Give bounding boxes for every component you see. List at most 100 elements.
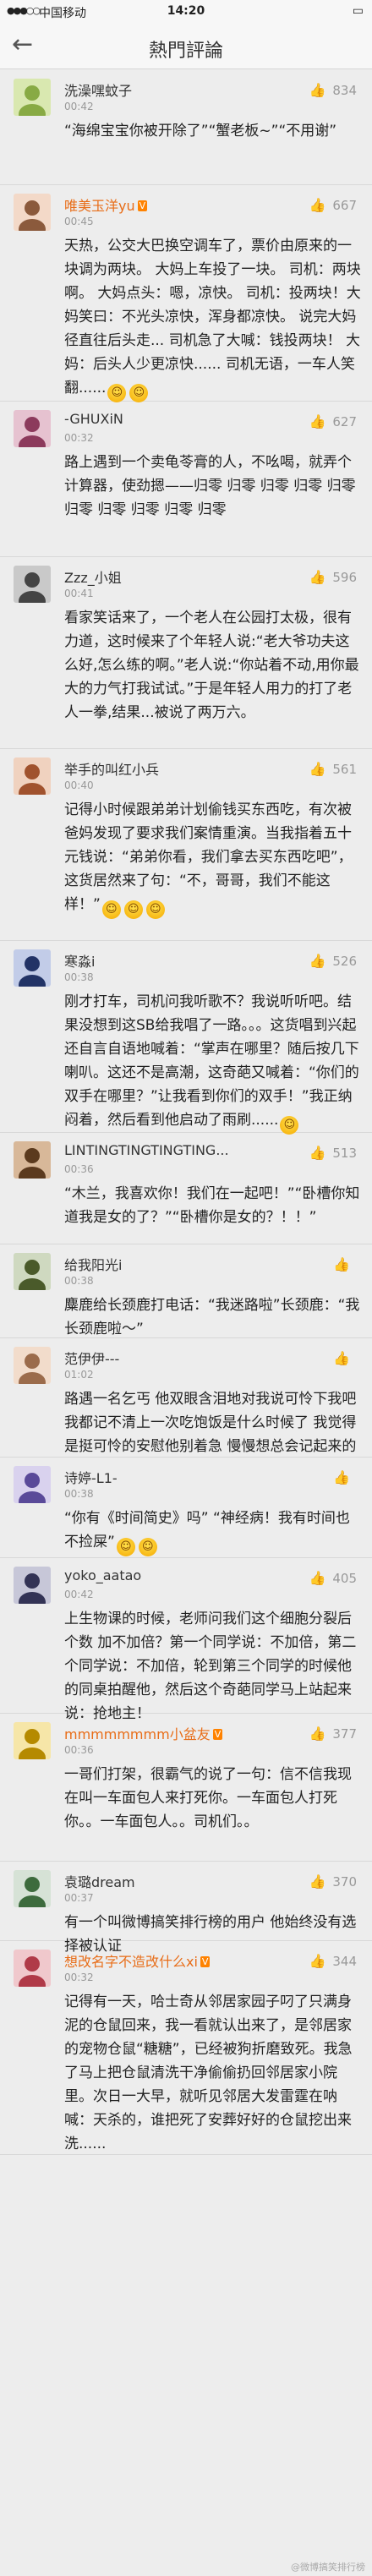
username[interactable]: 给我阳光i (64, 1254, 122, 1274)
comment-time: 00:36 (64, 1163, 94, 1175)
comment-item[interactable]: 诗婷-L1- 00:38 👍 “你有《时间简史》吗” “神经病！我有时间也不捡屎” ☺ ☺ (0, 1458, 372, 1558)
avatar[interactable] (14, 1253, 51, 1290)
comment-item[interactable]: 寒淼i 00:38 👍 526 刚才打车，司机问我听歌不？我说听听吧。结果没想到这SB给… (0, 941, 372, 1135)
thumbs-up-icon[interactable]: 👍 (309, 1726, 326, 1742)
avatar[interactable] (14, 1870, 51, 1907)
thumbs-up-icon[interactable]: 👍 (309, 82, 326, 98)
like-button[interactable]: 👍 561 (309, 761, 357, 777)
avatar[interactable] (14, 949, 51, 987)
like-button[interactable]: 👍 596 (309, 569, 357, 585)
comment-item[interactable]: 袁璐dream 00:37 👍 370 有一个叫微博搞笑排行榜的用户 他始终没有选择被认… (0, 1862, 372, 1955)
like-button[interactable]: 👍 834 (309, 82, 357, 98)
avatar[interactable] (14, 1466, 51, 1503)
like-count: 596 (332, 570, 357, 585)
username-text[interactable]: 袁璐dream (64, 1874, 135, 1890)
nav-bar: ← 熱門評論 (0, 22, 372, 69)
like-button[interactable]: 👍 526 (309, 953, 357, 969)
thumbs-up-icon[interactable]: 👍 (309, 1145, 326, 1161)
comment-text: 路遇一名乞丐 他双眼含泪地对我说可怜下我吧我都记不清上一次吃饱饭是什么时候了 我… (64, 1387, 362, 1458)
like-button[interactable]: 👍 (333, 1256, 357, 1272)
avatar[interactable] (14, 757, 51, 795)
username[interactable]: 想改名字不造改什么xi V (64, 1950, 211, 1971)
comment-item[interactable]: mmmmmmmm小盆友 V 00:36 👍 377 一哥们打架，很霸气的说了一句：信不信我… (0, 1714, 372, 1862)
avatar[interactable] (14, 410, 51, 447)
username[interactable]: Zzz_小姐 (64, 566, 122, 587)
comment-item[interactable]: 范伊伊--- 01:02 👍 路遇一名乞丐 他双眼含泪地对我说可怜下我吧我都记不清上一… (0, 1338, 372, 1458)
comment-time: 00:40 (64, 779, 94, 791)
avatar[interactable] (14, 194, 51, 231)
username-text[interactable]: Zzz_小姐 (64, 570, 122, 586)
like-button[interactable]: 👍 513 (309, 1145, 357, 1161)
thumbs-up-icon[interactable]: 👍 (309, 1570, 326, 1586)
username-text[interactable]: 给我阳光i (64, 1257, 122, 1273)
username[interactable]: mmmmmmmm小盆友 V (64, 1723, 223, 1743)
comment-item[interactable]: 唯美玉洋yu V 00:45 👍 667 天热，公交大巴换空调车了，票价由原来的一块调为两… (0, 185, 372, 402)
username-text[interactable]: yoko_aatao (64, 1567, 141, 1583)
username[interactable]: 寒淼i (64, 950, 95, 971)
username-text[interactable]: 洗澡嘿蚊子 (64, 83, 132, 99)
username[interactable]: LINTINGTINGTINGTING... (64, 1142, 229, 1158)
username[interactable]: 唯美玉洋yu V (64, 194, 148, 215)
like-button[interactable]: 👍 (333, 1469, 357, 1485)
avatar[interactable] (14, 1950, 51, 1987)
thumbs-up-icon[interactable]: 👍 (309, 953, 326, 969)
laughing-emoji-icon: ☺ (145, 900, 165, 919)
like-button[interactable]: 👍 370 (309, 1873, 357, 1890)
username-text[interactable]: 举手的叫红小兵 (64, 762, 159, 778)
avatar[interactable] (14, 1141, 51, 1179)
comment-item[interactable]: 给我阳光i 00:38 👍 麋鹿给长颈鹿打电话：“我迷路啦”长颈鹿：“我长颈鹿啦～” (0, 1244, 372, 1338)
username[interactable]: 洗澡嘿蚊子 (64, 79, 132, 100)
avatar[interactable] (14, 1567, 51, 1604)
avatar[interactable] (14, 566, 51, 603)
username[interactable]: -GHUXiN (64, 411, 123, 427)
avatar[interactable] (14, 1347, 51, 1384)
thumbs-up-icon[interactable]: 👍 (309, 569, 326, 585)
thumbs-up-icon[interactable]: 👍 (309, 1873, 326, 1890)
like-count: 627 (332, 414, 357, 429)
thumbs-up-icon[interactable]: 👍 (333, 1350, 350, 1366)
username-text[interactable]: 唯美玉洋yu (64, 198, 135, 214)
like-button[interactable]: 👍 627 (309, 413, 357, 429)
username-text[interactable]: 想改名字不造改什么xi (64, 1954, 198, 1970)
like-button[interactable]: 👍 667 (309, 197, 357, 213)
comment-item[interactable]: Zzz_小姐 00:41 👍 596 看家笑话来了，一个老人在公园打太极，很有力道，这时… (0, 557, 372, 749)
thumbs-up-icon[interactable]: 👍 (309, 761, 326, 777)
username-text[interactable]: 诗婷-L1- (64, 1470, 118, 1486)
comment-item[interactable]: 洗澡嘿蚊子 00:42 👍 834 “海绵宝宝你被开除了”“蟹老板~”“不用谢” (0, 70, 372, 185)
username[interactable]: 诗婷-L1- (64, 1467, 118, 1487)
thumbs-up-icon[interactable]: 👍 (309, 413, 326, 429)
comment-time: 00:37 (64, 1892, 94, 1904)
comment-text: 麋鹿给长颈鹿打电话：“我迷路啦”长颈鹿：“我长颈鹿啦～” (64, 1293, 362, 1341)
username[interactable]: yoko_aatao (64, 1567, 141, 1583)
like-button[interactable]: 👍 377 (309, 1726, 357, 1742)
like-button[interactable]: 👍 344 (309, 1953, 357, 1969)
comment-item[interactable]: yoko_aatao 00:42 👍 405 上生物课的时候，老师问我们这个细胞分裂后个… (0, 1558, 372, 1722)
comment-body: “木兰，我喜欢你！我们在一起吧！”“卧槽你知道我是女的了？”“卧槽你是女的？！！… (64, 1185, 360, 1226)
username-text[interactable]: mmmmmmmm小盆友 (64, 1726, 211, 1742)
comment-body: 看家笑话来了，一个老人在公园打太极，很有力道，这时候来了个年轻人说:“老大爷功夫… (64, 610, 359, 721)
username-text[interactable]: -GHUXiN (64, 411, 123, 427)
comment-text: 记得小时候跟弟弟计划偷钱买东西吃，有次被爸妈发现了要求我们案情重演。当我指着五十… (64, 798, 362, 919)
thumbs-up-icon[interactable]: 👍 (333, 1256, 350, 1272)
like-button[interactable]: 👍 405 (309, 1570, 357, 1586)
username-text[interactable]: 范伊伊--- (64, 1351, 119, 1367)
avatar[interactable] (14, 79, 51, 116)
avatar[interactable] (14, 1722, 51, 1759)
comment-item[interactable]: 举手的叫红小兵 00:40 👍 561 记得小时候跟弟弟计划偷钱买东西吃，有次被爸妈发现… (0, 749, 372, 941)
username[interactable]: 袁璐dream (64, 1871, 135, 1891)
status-bar: ●●●○○ 中国移动 14:20 ▭ (0, 0, 372, 22)
laughing-emoji-icon: ☺ (129, 384, 149, 402)
comment-item[interactable]: -GHUXiN 00:32 👍 627 路上遇到一个卖龟苓膏的人，不吆喝，就弄个计算器，… (0, 402, 372, 557)
thumbs-up-icon[interactable]: 👍 (309, 197, 326, 213)
thumbs-up-icon[interactable]: 👍 (309, 1953, 326, 1969)
like-button[interactable]: 👍 (333, 1350, 357, 1366)
comment-item[interactable]: LINTINGTINGTINGTING... 00:36 👍 513 “木兰，我喜欢你！… (0, 1133, 372, 1244)
username-text[interactable]: 寒淼i (64, 954, 95, 970)
comment-item[interactable]: 想改名字不造改什么xi V 00:32 👍 344 记得有一天，哈士奇从邻居家园子叼了只满… (0, 1941, 372, 2155)
username[interactable]: 举手的叫红小兵 (64, 758, 159, 779)
username[interactable]: 范伊伊--- (64, 1348, 119, 1368)
clock: 14:20 (167, 4, 205, 18)
username-text[interactable]: LINTINGTINGTINGTING... (64, 1142, 229, 1158)
laughing-emoji-icon: ☺ (280, 1116, 299, 1135)
thumbs-up-icon[interactable]: 👍 (333, 1469, 350, 1485)
